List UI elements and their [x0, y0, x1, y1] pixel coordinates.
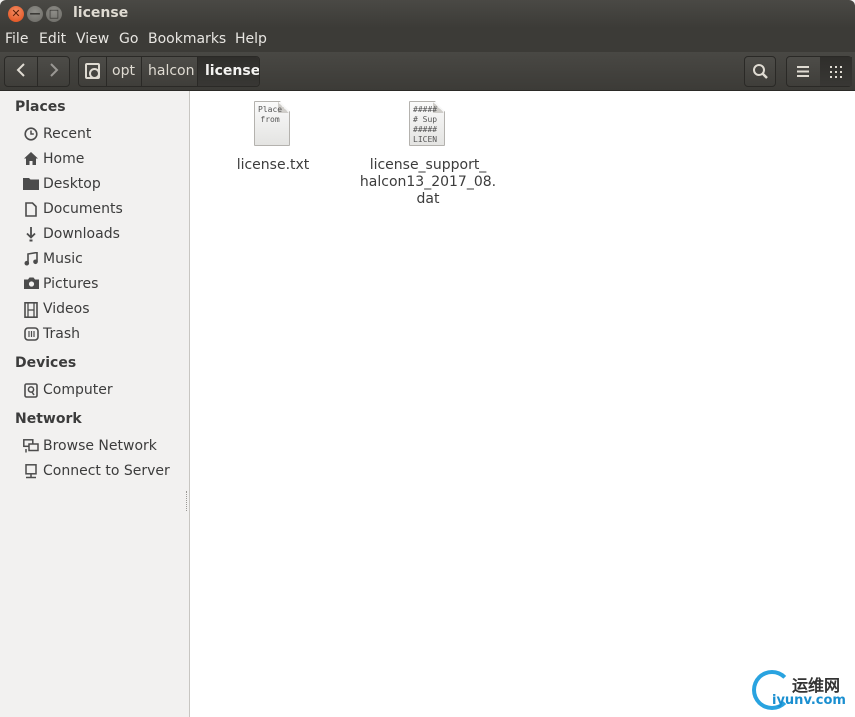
list-icon — [797, 66, 809, 77]
grid-icon — [830, 66, 842, 78]
file-name: license.txt — [236, 157, 310, 173]
sidebar-item-videos[interactable]: Videos — [23, 300, 188, 322]
chevron-left-icon — [16, 63, 25, 77]
menu-bar: File Edit View Go Bookmarks Help — [0, 28, 855, 52]
sidebar-item-label: Desktop — [43, 176, 101, 192]
search-button[interactable] — [744, 56, 776, 87]
file-preview: ##### # Sup ##### LICEN — [413, 105, 438, 144]
menu-go[interactable]: Go — [119, 31, 138, 47]
sidebar-section-devices: Devices — [15, 355, 77, 371]
sidebar-item-label: Browse Network — [43, 438, 157, 454]
sidebar-item-desktop[interactable]: Desktop — [23, 175, 188, 197]
drive-icon — [85, 63, 100, 79]
sidebar-item-label: Videos — [43, 301, 90, 317]
sidebar-item-label: Connect to Server — [43, 463, 170, 479]
sidebar-item-label: Downloads — [43, 226, 120, 242]
text-file-icon: Place from — [254, 101, 290, 146]
breadcrumb-root[interactable] — [79, 57, 107, 86]
drive-icon — [23, 383, 39, 399]
sidebar-item-connect-to-server[interactable]: Connect to Server — [23, 462, 188, 484]
file-view[interactable]: Place from license.txt ##### # Sup #####… — [190, 91, 855, 717]
document-icon — [23, 202, 39, 218]
sidebar-item-pictures[interactable]: Pictures — [23, 275, 188, 297]
sidebar-item-downloads[interactable]: Downloads — [23, 225, 188, 247]
chevron-right-icon — [50, 63, 59, 77]
watermark-logo: 运维网 iyunv.com — [752, 670, 852, 714]
sidebar-section-places: Places — [15, 99, 66, 115]
data-file-icon: ##### # Sup ##### LICEN — [409, 101, 445, 146]
sidebar-item-label: Trash — [43, 326, 80, 342]
file-preview: Place from — [258, 105, 283, 124]
trash-icon — [23, 327, 39, 343]
sidebar-section-network: Network — [15, 411, 82, 427]
breadcrumb-halcon[interactable]: halcon — [142, 57, 198, 86]
sidebar-item-computer[interactable]: Computer — [23, 381, 188, 403]
breadcrumb: opt halcon license — [78, 56, 260, 87]
file-item-license-txt[interactable]: Place from license.txt — [225, 99, 321, 179]
menu-edit[interactable]: Edit — [39, 31, 66, 47]
list-view-button[interactable] — [787, 57, 819, 86]
sidebar-item-label: Computer — [43, 382, 113, 398]
sidebar: Places Recent Home Desktop Documents Dow… — [0, 91, 190, 717]
camera-icon — [23, 277, 39, 293]
navigation-buttons — [4, 56, 70, 87]
maximize-window-button[interactable]: □ — [46, 6, 62, 22]
film-icon — [23, 302, 39, 318]
home-icon — [23, 152, 39, 168]
view-mode-buttons — [786, 56, 852, 87]
back-button[interactable] — [5, 62, 37, 82]
clock-icon — [23, 127, 39, 143]
watermark-url: iyunv.com — [772, 693, 846, 708]
minimize-window-button[interactable]: — — [27, 6, 43, 22]
sidebar-item-label: Documents — [43, 201, 123, 217]
sidebar-item-browse-network[interactable]: Browse Network — [23, 437, 188, 459]
menu-file[interactable]: File — [5, 31, 28, 47]
sidebar-item-label: Recent — [43, 126, 92, 142]
grid-view-button[interactable] — [820, 57, 852, 86]
menu-help[interactable]: Help — [235, 31, 267, 47]
sidebar-resize-handle[interactable] — [186, 491, 188, 511]
toolbar: opt halcon license — [0, 52, 855, 91]
title-bar: ✕ — □ license — [0, 0, 855, 28]
server-icon — [23, 464, 39, 480]
folder-icon — [23, 177, 39, 193]
download-icon — [23, 227, 39, 243]
search-icon — [753, 64, 768, 79]
menu-view[interactable]: View — [76, 31, 109, 47]
close-window-button[interactable]: ✕ — [8, 6, 24, 22]
sidebar-item-home[interactable]: Home — [23, 150, 188, 172]
breadcrumb-opt[interactable]: opt — [107, 57, 142, 86]
sidebar-item-recent[interactable]: Recent — [23, 125, 188, 147]
sidebar-item-label: Home — [43, 151, 85, 167]
sidebar-item-label: Music — [43, 251, 83, 267]
sidebar-item-music[interactable]: Music — [23, 250, 188, 272]
sidebar-item-trash[interactable]: Trash — [23, 325, 188, 347]
file-name: license_support_ halcon13_2017_08. dat — [359, 157, 497, 207]
menu-bookmarks[interactable]: Bookmarks — [148, 31, 226, 47]
network-icon — [23, 439, 39, 455]
sidebar-item-label: Pictures — [43, 276, 99, 292]
music-icon — [23, 251, 39, 268]
window-title: license — [73, 5, 129, 21]
forward-button[interactable] — [38, 62, 70, 82]
file-item-license-dat[interactable]: ##### # Sup ##### LICEN license_support_… — [358, 99, 498, 211]
sidebar-item-documents[interactable]: Documents — [23, 200, 188, 222]
breadcrumb-license[interactable]: license — [198, 57, 259, 86]
